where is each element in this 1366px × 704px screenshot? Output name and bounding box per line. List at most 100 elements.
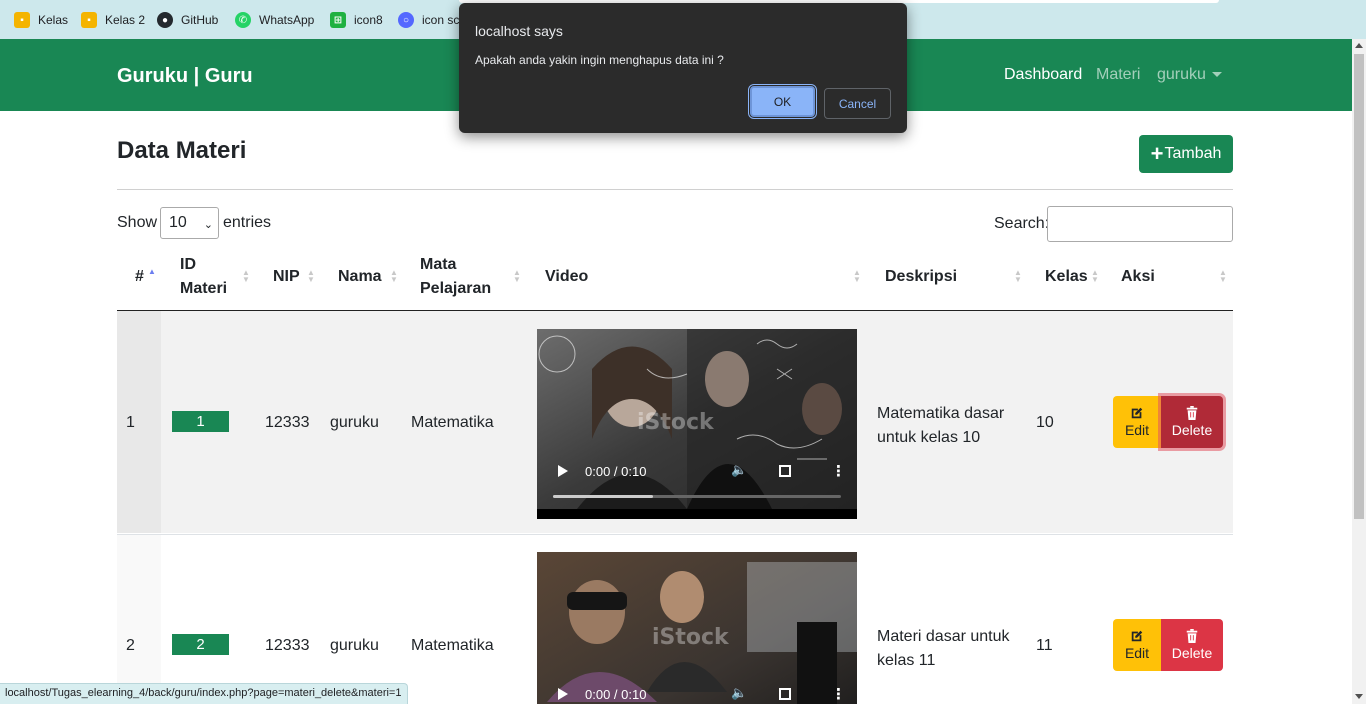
nav-materi[interactable]: Materi — [1096, 66, 1140, 84]
sorted-column-cell — [117, 535, 161, 704]
cell-no: 2 — [126, 637, 135, 654]
volume-icon[interactable]: 🔈 — [731, 462, 747, 478]
bookmark-label: GitHub — [181, 13, 219, 27]
th-video[interactable]: Video — [545, 265, 588, 289]
bookmark-label: icon sc — [422, 13, 460, 27]
video-progress-track[interactable] — [553, 495, 841, 498]
video-time: 0:00 / 0:10 — [585, 464, 647, 479]
search-label: Search: — [994, 215, 1050, 232]
entries-label: entries — [223, 214, 272, 231]
sorted-column-cell — [117, 311, 161, 533]
fullscreen-icon[interactable] — [779, 688, 791, 700]
th-kelas[interactable]: Kelas — [1045, 265, 1088, 289]
cell-deskripsi: Materi dasar untuk kelas 11 — [877, 625, 1010, 673]
scroll-down-arrow-icon[interactable] — [1355, 694, 1363, 699]
play-icon[interactable] — [558, 688, 568, 700]
th-aksi[interactable]: Aksi — [1121, 265, 1155, 289]
dialog-cancel-button[interactable]: Cancel — [824, 88, 891, 119]
cell-nip: 12333 — [265, 637, 310, 654]
edit-icon — [1131, 630, 1143, 642]
more-options-icon[interactable]: ⋮ — [831, 685, 846, 703]
th-label: Materi — [180, 280, 228, 297]
th-nip[interactable]: NIP — [273, 265, 300, 289]
nav-user-label: guruku — [1157, 66, 1206, 83]
nav-user-dropdown[interactable]: guruku — [1157, 66, 1222, 84]
video-player[interactable]: iStock 0:00 / 0:10 🔈 ⋮ — [537, 329, 857, 519]
bookmark-iconscout[interactable]: ○ icon sc — [398, 10, 459, 30]
page-title: Data Materi — [117, 137, 247, 164]
th-label: Mata — [420, 256, 457, 273]
play-icon[interactable] — [558, 465, 568, 477]
delete-button[interactable]: Delete — [1161, 619, 1223, 671]
bookmark-github[interactable]: ● GitHub — [157, 10, 218, 30]
trash-icon — [1186, 406, 1198, 420]
navbar-brand[interactable]: Guruku | Guru — [117, 65, 253, 88]
id-badge: 1 — [172, 411, 229, 432]
video-thumbnail: iStock — [537, 329, 857, 509]
th-mata-pelajaran[interactable]: Mata Pelajaran — [420, 253, 491, 301]
sort-icon: ▲ ▼ — [853, 268, 861, 284]
bookmark-icon8[interactable]: ⊞ icon8 — [330, 10, 383, 30]
bookmark-label: Kelas — [38, 13, 69, 27]
cell-mapel: Matematika — [411, 414, 494, 431]
divider — [117, 189, 1233, 190]
entries-select-value: 10 — [169, 214, 187, 231]
svg-text:iStock: iStock — [637, 410, 715, 435]
show-label: Show — [117, 214, 158, 231]
scrollbar-thumb[interactable] — [1354, 54, 1364, 519]
video-thumbnail: iStock — [537, 552, 857, 704]
th-deskripsi[interactable]: Deskripsi — [885, 265, 957, 289]
cell-nama: guruku — [330, 637, 379, 654]
cell-nama: guruku — [330, 414, 379, 431]
id-badge: 2 — [172, 634, 229, 655]
entries-select[interactable]: 10 ⌄ — [160, 207, 219, 239]
bookmark-label: icon8 — [354, 13, 383, 27]
nav-dashboard[interactable]: Dashboard — [1004, 66, 1082, 84]
chevron-down-icon: ⌄ — [203, 219, 213, 231]
sort-icon: ▲ ▼ — [1014, 268, 1022, 284]
edit-label: Edit — [1124, 645, 1150, 661]
google-classroom-icon: ▪ — [14, 12, 30, 28]
icons8-icon: ⊞ — [330, 12, 346, 28]
fullscreen-icon[interactable] — [779, 465, 791, 477]
dialog-title: localhost says — [475, 23, 563, 39]
scroll-up-arrow-icon[interactable] — [1355, 43, 1363, 48]
add-materi-button[interactable]: + Tambah — [1139, 135, 1233, 173]
th-no[interactable]: # — [135, 265, 144, 289]
edit-button[interactable]: Edit — [1113, 619, 1161, 671]
cell-kelas: 11 — [1036, 637, 1053, 654]
delete-button[interactable]: Delete — [1161, 396, 1223, 448]
sort-icon: ▲ ▼ — [1091, 268, 1099, 284]
dialog-ok-button[interactable]: OK — [748, 84, 817, 119]
svg-text:iStock: iStock — [652, 625, 730, 650]
bookmark-whatsapp[interactable]: ✆ WhatsApp — [235, 10, 314, 30]
sort-icon: ▲ ▼ — [307, 268, 315, 284]
confirm-dialog: localhost says Apakah anda yakin ingin m… — [459, 3, 907, 133]
delete-label: Delete — [1171, 645, 1213, 661]
th-label: Pelajaran — [420, 280, 492, 297]
trash-icon — [1186, 629, 1198, 643]
github-icon: ● — [157, 12, 173, 28]
more-options-icon[interactable]: ⋮ — [831, 462, 846, 480]
cell-nip: 12333 — [265, 414, 310, 431]
bookmark-kelas-2[interactable]: ▪ Kelas 2 — [81, 10, 145, 30]
th-label: Kelas — [1045, 268, 1088, 285]
volume-icon[interactable]: 🔈 — [731, 685, 747, 701]
video-player[interactable]: iStock 0:00 / 0:10 🔈 ⋮ — [537, 552, 857, 704]
video-time: 0:00 / 0:10 — [585, 687, 647, 702]
google-classroom-icon: ▪ — [81, 12, 97, 28]
page-scrollbar[interactable] — [1352, 39, 1366, 704]
edit-icon — [1131, 407, 1143, 419]
bookmark-kelas[interactable]: ▪ Kelas — [14, 10, 68, 30]
search-input[interactable] — [1047, 206, 1233, 242]
cell-deskripsi: Matematika dasar untuk kelas 10 — [877, 402, 1004, 450]
th-label: Deskripsi — [885, 268, 958, 285]
deskripsi-line: untuk kelas 10 — [877, 429, 981, 446]
th-id-materi[interactable]: ID Materi — [180, 253, 227, 301]
status-bar-url: localhost/Tugas_elearning_4/back/guru/in… — [0, 683, 409, 704]
bookmark-label: Kelas 2 — [105, 13, 146, 27]
edit-button[interactable]: Edit — [1113, 396, 1161, 448]
th-nama[interactable]: Nama — [338, 265, 382, 289]
edit-label: Edit — [1124, 422, 1150, 438]
delete-label: Delete — [1171, 422, 1213, 438]
